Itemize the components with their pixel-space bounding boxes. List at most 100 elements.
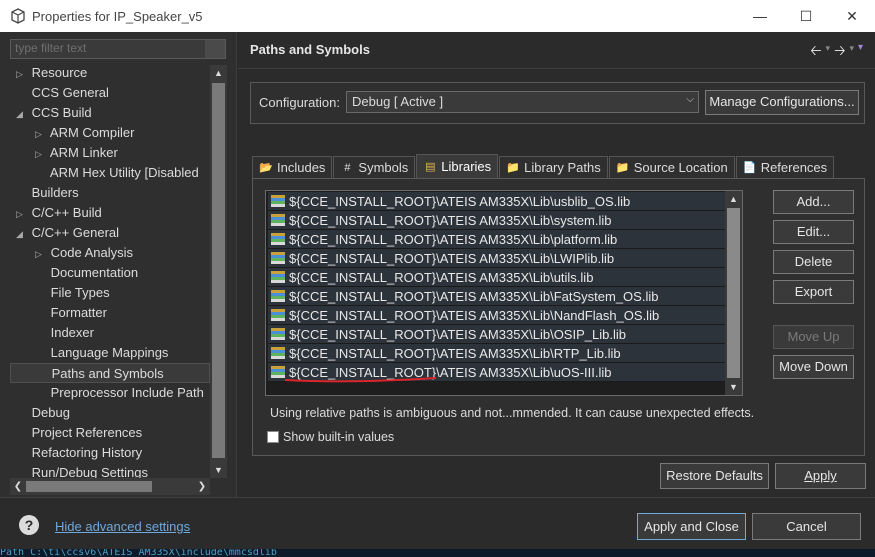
expand-toggle-icon[interactable]: ◢: [16, 224, 28, 244]
list-scroll-down-icon[interactable]: ▼: [725, 379, 742, 395]
tree-item[interactable]: Project References: [10, 423, 210, 443]
tab-libraries[interactable]: ▤ Libraries: [416, 154, 499, 178]
export-button[interactable]: Export: [773, 280, 854, 304]
library-row[interactable]: ${CCE_INSTALL_ROOT}\ATEIS AM335X\Lib\Fat…: [268, 287, 725, 306]
library-row[interactable]: ${CCE_INSTALL_ROOT}\ATEIS AM335X\Lib\Nan…: [268, 306, 725, 325]
library-row[interactable]: ${CCE_INSTALL_ROOT}\ATEIS AM335X\Lib\uti…: [268, 268, 725, 287]
back-dropdown-icon[interactable]: ▾: [826, 43, 831, 64]
tab-label: Library Paths: [524, 160, 601, 175]
dialog-button-bar: ? Hide advanced settings Apply and Close…: [0, 497, 875, 557]
tab-library-paths[interactable]: 📁 Library Paths: [499, 156, 608, 178]
edit-button[interactable]: Edit...: [773, 220, 854, 244]
scroll-up-icon[interactable]: ▲: [210, 65, 227, 81]
expand-toggle-icon[interactable]: ▷: [16, 64, 28, 84]
hide-advanced-link[interactable]: Hide advanced settings: [55, 519, 190, 534]
libraries-icon: ▤: [425, 160, 436, 173]
show-builtin-checkbox[interactable]: Show built-in values: [267, 430, 394, 444]
library-icon: [271, 347, 285, 359]
tree-item[interactable]: Builders: [10, 183, 210, 203]
manage-configurations-button[interactable]: Manage Configurations...: [705, 90, 859, 115]
tab-label: Libraries: [441, 159, 492, 174]
tree-item[interactable]: Debug: [10, 403, 210, 423]
library-path: ${CCE_INSTALL_ROOT}\ATEIS AM335X\Lib\LWI…: [289, 250, 615, 266]
app-icon: [11, 8, 25, 24]
scroll-left-icon[interactable]: ❮: [10, 478, 26, 495]
show-builtin-label: Show built-in values: [283, 430, 395, 444]
hscroll-thumb[interactable]: [26, 481, 152, 492]
library-row[interactable]: ${CCE_INSTALL_ROOT}\ATEIS AM335X\Lib\OSI…: [268, 325, 725, 344]
restore-defaults-button[interactable]: Restore Defaults: [660, 463, 769, 489]
library-row[interactable]: ${CCE_INSTALL_ROOT}\ATEIS AM335X\Lib\sys…: [268, 211, 725, 230]
help-icon[interactable]: ?: [19, 515, 39, 535]
library-row[interactable]: ${CCE_INSTALL_ROOT}\ATEIS AM335X\Lib\RTP…: [268, 344, 725, 363]
tree-item-label: Formatter: [47, 305, 107, 320]
minimize-button[interactable]: —: [737, 0, 783, 32]
scroll-down-icon[interactable]: ▼: [210, 462, 227, 478]
list-scroll-thumb[interactable]: [727, 208, 740, 378]
close-button[interactable]: ✕: [829, 0, 875, 32]
tree-item[interactable]: ▷ C/C++ Build: [10, 203, 210, 223]
tab-symbols[interactable]: # Symbols: [333, 156, 416, 178]
tree-item[interactable]: ▷ ARM Compiler: [10, 123, 210, 143]
scroll-right-icon[interactable]: ❯: [194, 478, 210, 495]
library-row[interactable]: ${CCE_INSTALL_ROOT}\ATEIS AM335X\Lib\pla…: [268, 230, 725, 249]
tree-item[interactable]: ▷ ARM Linker: [10, 143, 210, 163]
add-button[interactable]: Add...: [773, 190, 854, 214]
expand-toggle-icon[interactable]: ▷: [35, 124, 47, 144]
back-arrow-icon[interactable]: 🡠: [810, 40, 821, 64]
tree-item[interactable]: Formatter: [10, 303, 210, 323]
tree-item[interactable]: Indexer: [10, 323, 210, 343]
tree-item[interactable]: Language Mappings: [10, 343, 210, 363]
apply-and-close-button[interactable]: Apply and Close: [637, 513, 746, 540]
move-up-button[interactable]: Move Up: [773, 325, 854, 349]
tree-item[interactable]: Documentation: [10, 263, 210, 283]
library-icon: [271, 195, 285, 207]
tree-item-label: C/C++ General: [28, 225, 120, 240]
tree-item[interactable]: ARM Hex Utility [Disabled: [10, 163, 210, 183]
move-down-button[interactable]: Move Down: [773, 355, 854, 379]
expand-toggle-icon[interactable]: ▷: [35, 244, 47, 264]
view-menu-icon[interactable]: ▾: [858, 42, 863, 64]
forward-dropdown-icon[interactable]: ▾: [849, 43, 854, 64]
tab-label: References: [760, 160, 828, 175]
tree-item[interactable]: Paths and Symbols: [10, 363, 210, 383]
library-path: ${CCE_INSTALL_ROOT}\ATEIS AM335X\Lib\OSI…: [289, 326, 626, 342]
configuration-group: Configuration: Debug [ Active ] ⌵ Manage…: [250, 82, 865, 124]
tree-item-label: Project References: [28, 425, 143, 440]
expand-toggle-icon[interactable]: ◢: [16, 104, 28, 124]
list-scroll-up-icon[interactable]: ▲: [725, 191, 742, 207]
tree-vertical-scrollbar[interactable]: ▲ ▼: [210, 65, 227, 478]
filter-input[interactable]: type filter text: [10, 39, 226, 59]
libraries-list[interactable]: ${CCE_INSTALL_ROOT}\ATEIS AM335X\Lib\usb…: [265, 190, 743, 396]
expand-toggle-icon[interactable]: ▷: [16, 204, 28, 224]
tree-item[interactable]: ◢ C/C++ General: [10, 223, 210, 243]
apply-button[interactable]: Apply: [775, 463, 866, 489]
expand-toggle-icon[interactable]: ▷: [35, 144, 47, 164]
tree-item[interactable]: CCS General: [10, 83, 210, 103]
maximize-button[interactable]: ☐: [783, 0, 829, 32]
tree-item[interactable]: Refactoring History: [10, 443, 210, 463]
forward-arrow-icon[interactable]: 🡢: [834, 40, 845, 64]
filter-clear-button[interactable]: [205, 40, 225, 58]
tree-item[interactable]: File Types: [10, 283, 210, 303]
list-vertical-scrollbar[interactable]: ▲ ▼: [725, 191, 742, 395]
configuration-select[interactable]: Debug [ Active ] ⌵: [346, 91, 699, 113]
tree-item[interactable]: ▷ Resource: [10, 63, 210, 83]
tree-item[interactable]: ◢ CCS Build: [10, 103, 210, 123]
library-row[interactable]: ${CCE_INSTALL_ROOT}\ATEIS AM335X\Lib\LWI…: [268, 249, 725, 268]
tree-horizontal-scrollbar[interactable]: ❮ ❯: [10, 478, 210, 495]
tree-item[interactable]: ▷ Code Analysis: [10, 243, 210, 263]
delete-button[interactable]: Delete: [773, 250, 854, 274]
hash-icon: #: [344, 161, 351, 174]
background-terminal-text: Path C:\ti\ccsv6\ATEIS AM335X\include\mm…: [0, 549, 875, 557]
tab-source-location[interactable]: 📁 Source Location: [608, 156, 735, 178]
scroll-thumb[interactable]: [212, 83, 225, 458]
red-underline-annotation: [284, 377, 437, 383]
checkbox-icon[interactable]: [267, 431, 279, 443]
library-row[interactable]: ${CCE_INSTALL_ROOT}\ATEIS AM335X\Lib\usb…: [268, 192, 725, 211]
tab-references[interactable]: 📄 References: [735, 156, 835, 178]
header-divider: [238, 68, 875, 69]
tab-includes[interactable]: 📂 Includes: [252, 156, 333, 178]
cancel-button[interactable]: Cancel: [752, 513, 861, 540]
tree-item[interactable]: Preprocessor Include Path: [10, 383, 210, 403]
